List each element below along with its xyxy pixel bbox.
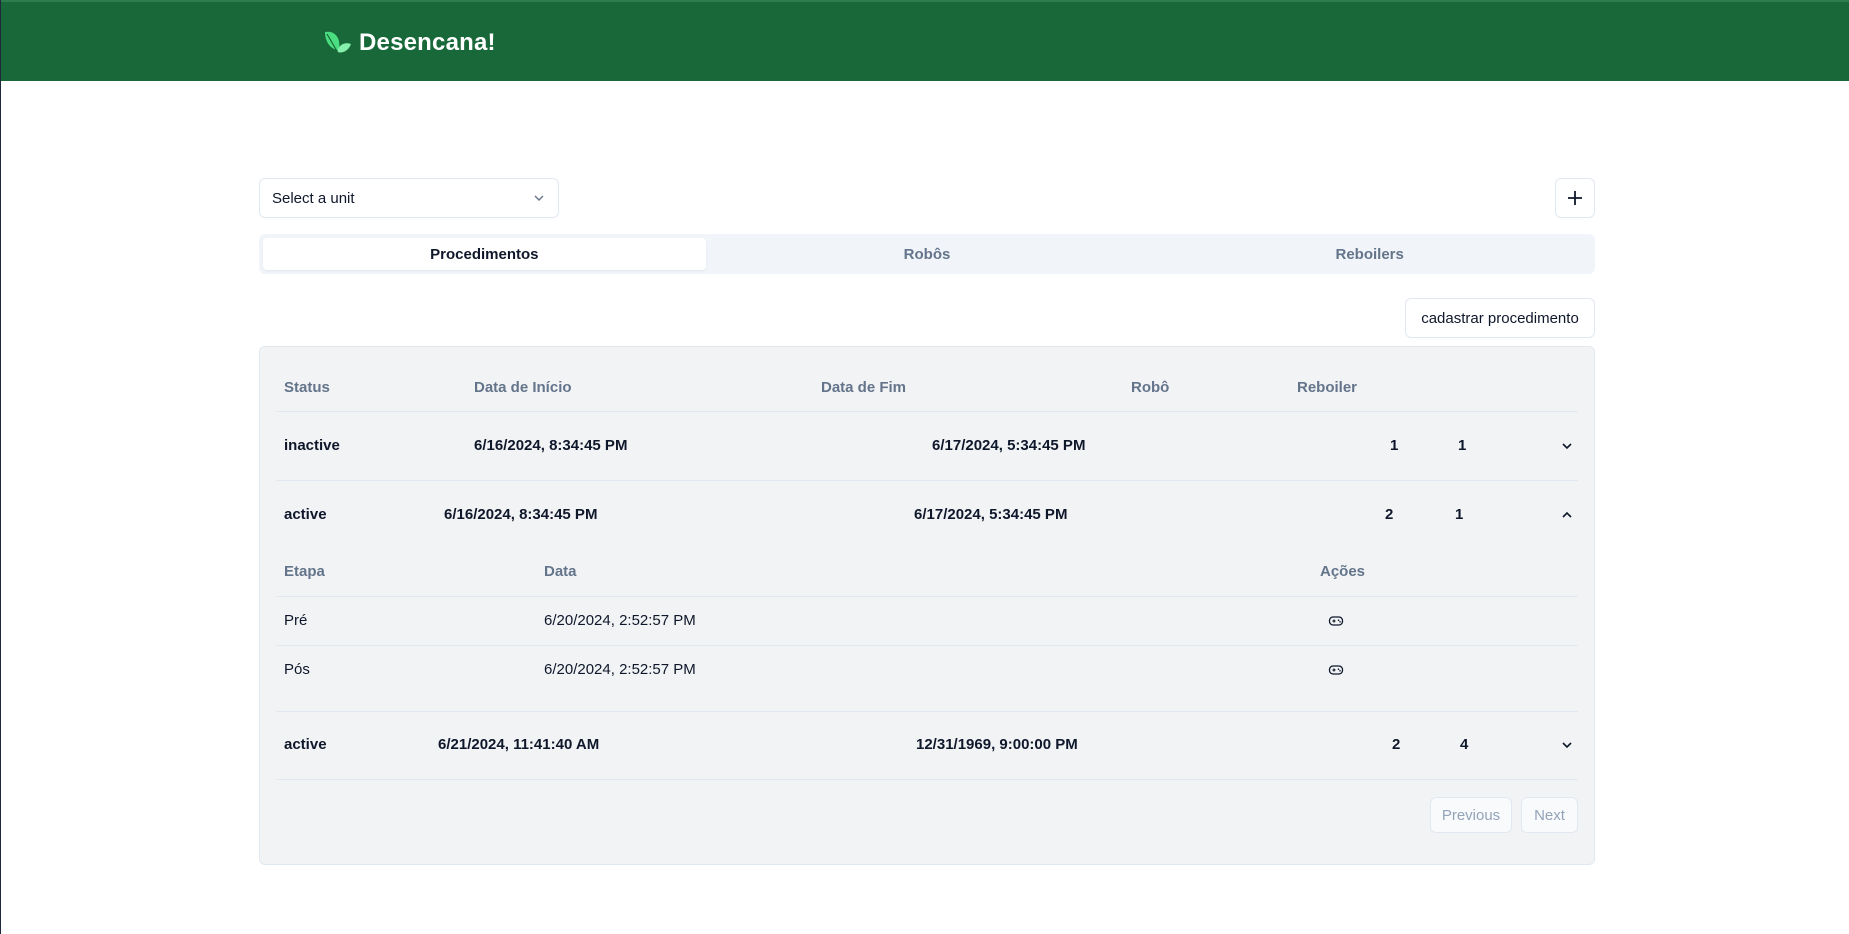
chevron-down-icon[interactable]	[1560, 439, 1574, 453]
row-divider	[276, 480, 1578, 481]
subrow-2-stage: Pós	[284, 661, 310, 678]
tab-procedimentos[interactable]: Procedimentos	[263, 238, 706, 270]
row-3-reboiler: 4	[1460, 736, 1469, 753]
chevron-up-icon[interactable]	[1560, 508, 1574, 522]
subrow-divider	[276, 645, 1578, 646]
gamepad-icon[interactable]	[1328, 662, 1344, 678]
gamepad-icon[interactable]	[1328, 613, 1344, 629]
subrow-1-date: 6/20/2024, 2:52:57 PM	[544, 612, 696, 629]
row-1-robot: 1	[1390, 437, 1399, 454]
app-name: Desencana!	[359, 29, 496, 56]
row-1-status: inactive	[284, 437, 340, 454]
next-page-button[interactable]: Next	[1521, 797, 1578, 833]
row-2-end: 6/17/2024, 5:34:45 PM	[914, 506, 1068, 523]
tab-robos[interactable]: Robôs	[706, 238, 1149, 270]
row-3-status: active	[284, 736, 327, 753]
row-2-robot: 2	[1385, 506, 1394, 523]
row-3-end: 12/31/1969, 9:00:00 PM	[916, 736, 1078, 753]
subheader-divider	[276, 596, 1578, 597]
chevron-down-icon	[534, 195, 544, 201]
header-start-date: Data de Início	[474, 379, 572, 396]
unit-select-placeholder: Select a unit	[272, 189, 355, 207]
plus-icon	[1568, 191, 1582, 205]
top-bar: Desencana!	[1, 0, 1849, 81]
header-robot: Robô	[1131, 379, 1170, 396]
subheader-date: Data	[544, 563, 577, 580]
procedures-table-panel: Status Data de Início Data de Fim Robô R…	[259, 346, 1595, 865]
row-divider	[276, 711, 1578, 712]
header-reboiler: Reboiler	[1297, 379, 1358, 396]
header-divider	[276, 411, 1578, 412]
tab-list: Procedimentos Robôs Reboilers	[259, 234, 1595, 274]
subrow-2-date: 6/20/2024, 2:52:57 PM	[544, 661, 696, 678]
row-2-status: active	[284, 506, 327, 523]
tab-reboilers[interactable]: Reboilers	[1148, 238, 1591, 270]
row-3-robot: 2	[1392, 736, 1401, 753]
register-procedure-button[interactable]: cadastrar procedimento	[1405, 298, 1595, 338]
row-divider	[276, 779, 1578, 780]
header-end-date: Data de Fim	[821, 379, 907, 396]
add-button[interactable]	[1555, 178, 1595, 218]
unit-select[interactable]: Select a unit	[259, 178, 559, 218]
header-status: Status	[284, 379, 330, 396]
row-1-reboiler: 1	[1458, 437, 1467, 454]
row-1-end: 6/17/2024, 5:34:45 PM	[932, 437, 1086, 454]
subheader-actions: Ações	[1320, 563, 1366, 580]
chevron-down-icon[interactable]	[1560, 738, 1574, 752]
previous-page-button[interactable]: Previous	[1430, 797, 1512, 833]
brand[interactable]: Desencana!	[321, 26, 496, 60]
row-3-start: 6/21/2024, 11:41:40 AM	[438, 736, 600, 753]
subrow-1-stage: Pré	[284, 612, 308, 629]
row-2-start: 6/16/2024, 8:34:45 PM	[444, 506, 598, 523]
row-1-start: 6/16/2024, 8:34:45 PM	[474, 437, 628, 454]
leaf-logo-icon	[325, 31, 351, 54]
row-2-reboiler: 1	[1455, 506, 1464, 523]
subheader-stage: Etapa	[284, 563, 325, 580]
